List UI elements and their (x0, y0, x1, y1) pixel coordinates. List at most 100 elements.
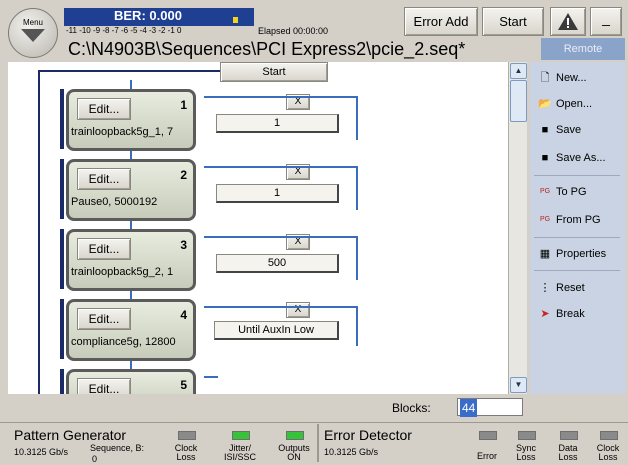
sequence-b-label: Sequence, B: (90, 443, 145, 453)
scroll-up-button[interactable]: ▲ (510, 63, 527, 79)
reset-label: Reset (556, 282, 585, 294)
sync-loss-led (518, 431, 536, 440)
loop-wire (204, 306, 358, 308)
break-label: Break (556, 308, 585, 320)
sync-loss-label: Sync Loss (515, 443, 536, 462)
block-connector (130, 291, 132, 299)
new-file-icon: 🗋 (540, 72, 550, 85)
scroll-down-button[interactable]: ▼ (510, 377, 527, 393)
warning-button[interactable] (550, 7, 586, 36)
open-button[interactable]: 📂 Open... (534, 92, 622, 116)
save-as-button[interactable]: ■ Save As... (534, 146, 622, 170)
blocks-field[interactable]: 44 (457, 398, 523, 417)
scroll-thumb[interactable] (510, 80, 527, 122)
jitter-led (232, 431, 250, 440)
loop-count-field[interactable]: 1 (216, 184, 339, 203)
separator (534, 237, 620, 238)
loop-wire (356, 166, 358, 210)
ed-clock-loss-label: Clock Loss (596, 443, 620, 462)
reset-button[interactable]: ⋮ Reset (534, 276, 622, 300)
start-button[interactable]: Start (482, 7, 544, 36)
sequence-block-5[interactable]: Edit... 5 (66, 369, 196, 394)
to-pg-label: To PG (556, 186, 587, 198)
block-number: 3 (180, 238, 187, 252)
loop-count-field[interactable]: 1 (216, 114, 339, 133)
block-number: 5 (180, 378, 187, 392)
clock-loss-led (178, 431, 196, 440)
save-as-label: Save As... (556, 152, 606, 164)
jitter-label: Jitter/ ISI/SSC (223, 443, 256, 462)
block-marker (60, 89, 64, 149)
block-name: Pause0, 5000192 (71, 196, 158, 208)
properties-button[interactable]: ▦ Properties (534, 242, 622, 266)
edit-button[interactable]: Edit... (77, 238, 131, 260)
ed-bitrate: 10.3125 Gb/s (324, 447, 379, 457)
loop-wire (204, 376, 218, 378)
sequence-block-4[interactable]: Edit... 4 compliance5g, 12800 (66, 299, 196, 361)
open-folder-icon: 📂 (538, 98, 552, 111)
sequence-path: C:\N4903B\Sequences\PCI Express2\pcie_2.… (64, 38, 543, 60)
ber-indicator (233, 17, 238, 23)
block-name: compliance5g, 12800 (71, 336, 176, 348)
blocks-label: Blocks: (392, 401, 431, 415)
elapsed-time: Elapsed 00:00:00 (258, 26, 329, 36)
block-number: 2 (180, 168, 187, 182)
remove-loop-button[interactable]: X (286, 302, 310, 318)
break-button[interactable]: ➤ Break (534, 302, 622, 326)
outputs-label: Outputs ON (278, 443, 310, 462)
menu-button[interactable]: Menu (8, 8, 58, 58)
error-add-button[interactable]: Error Add (404, 7, 478, 36)
outer-loop-top-wire (38, 70, 222, 72)
error-detector-title: Error Detector (324, 427, 412, 443)
block-number: 4 (180, 308, 187, 322)
to-pg-button[interactable]: PG To PG (534, 180, 622, 204)
save-icon: ■ (541, 124, 549, 137)
block-connector (130, 221, 132, 229)
outputs-led (286, 431, 304, 440)
remote-indicator: Remote (541, 38, 625, 60)
save-as-icon: ■ (541, 152, 549, 165)
to-pg-icon: PG (539, 188, 551, 196)
separator (534, 175, 620, 176)
block-number: 1 (180, 98, 187, 112)
loop-wire (356, 306, 358, 346)
from-pg-button[interactable]: PG From PG (534, 208, 622, 232)
separator (534, 270, 620, 271)
ber-scale: -11 -10 -9 -8 -7 -6 -5 -4 -3 -2 -1 0 (66, 26, 182, 35)
edit-button[interactable]: Edit... (77, 168, 131, 190)
block-name: trainloopback5g_1, 7 (71, 126, 174, 138)
vertical-scrollbar[interactable]: ▲ ▼ (508, 62, 527, 394)
outer-loop-wire (38, 70, 40, 394)
clock-loss-label: Clock Loss (174, 443, 198, 462)
sequence-block-3[interactable]: Edit... 3 trainloopback5g_2, 1 (66, 229, 196, 291)
edit-button[interactable]: Edit... (77, 378, 131, 394)
pattern-generator-title: Pattern Generator (14, 427, 127, 443)
block-marker (60, 299, 64, 359)
block-connector (130, 151, 132, 159)
minimize-button[interactable]: _ (590, 7, 622, 36)
sequence-b-value: 0 (92, 454, 98, 464)
loop-count-field[interactable]: 500 (216, 254, 339, 273)
block-name: trainloopback5g_2, 1 (71, 266, 174, 278)
error-label: Error (477, 451, 497, 461)
ed-clock-loss-led (600, 431, 618, 440)
properties-icon: ▦ (539, 248, 551, 261)
break-icon: ➤ (540, 308, 550, 321)
loop-condition-field[interactable]: Until AuxIn Low (214, 321, 339, 340)
block-marker (60, 229, 64, 289)
new-button[interactable]: 🗋 New... (534, 66, 622, 90)
edit-button[interactable]: Edit... (77, 98, 131, 120)
from-pg-icon: PG (539, 216, 551, 224)
loop-wire (204, 96, 358, 98)
save-button[interactable]: ■ Save (534, 118, 622, 142)
data-loss-led (560, 431, 578, 440)
loop-wire (356, 96, 358, 140)
chevron-down-icon (21, 29, 45, 42)
sequence-block-1[interactable]: Edit... 1 trainloopback5g_1, 7 (66, 89, 196, 151)
edit-button[interactable]: Edit... (77, 308, 131, 330)
open-label: Open... (556, 98, 593, 110)
sequence-canvas: Start Edit... 1 trainloopback5g_1, 7 X 1… (8, 62, 508, 394)
sequence-start-button[interactable]: Start (220, 62, 328, 82)
menu-label: Menu (22, 18, 43, 27)
sequence-block-2[interactable]: Edit... 2 Pause0, 5000192 (66, 159, 196, 221)
